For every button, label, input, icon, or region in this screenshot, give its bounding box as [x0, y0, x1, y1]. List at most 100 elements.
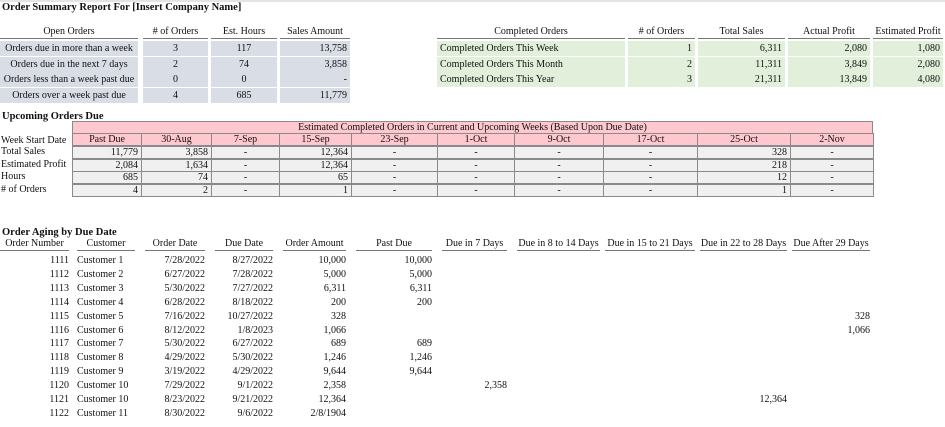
completed-orders-header[interactable]: Actual Profit — [788, 26, 870, 39]
upcoming-cell[interactable]: - — [437, 158, 515, 172]
upcoming-cell[interactable]: - — [351, 158, 438, 172]
aging-cell[interactable]: 1115 — [0, 310, 69, 324]
aging-cell[interactable]: 9/21/2022 — [215, 393, 273, 407]
upcoming-cell[interactable]: - — [351, 171, 438, 184]
week-header[interactable]: Past Due — [72, 133, 142, 146]
aging-cell[interactable]: 9,644 — [283, 365, 347, 379]
aging-cell[interactable]: 9,644 — [356, 365, 433, 379]
aging-cell[interactable]: 1122 — [0, 407, 69, 421]
aging-cell[interactable]: Customer 6 — [77, 324, 135, 338]
aging-cell[interactable]: 1116 — [0, 324, 69, 338]
open-orders-cell[interactable]: 3,858 — [280, 56, 350, 72]
upcoming-cell[interactable]: - — [211, 158, 280, 172]
aging-cell[interactable]: 1,246 — [283, 351, 347, 365]
upcoming-cell[interactable]: 218 — [697, 158, 791, 172]
week-header[interactable]: 25-Oct — [697, 133, 791, 146]
upcoming-cell[interactable]: - — [790, 158, 874, 172]
aging-header[interactable]: Due in 8 to 14 Days — [517, 238, 600, 251]
aging-cell[interactable]: 10,000 — [283, 254, 347, 268]
open-orders-cell[interactable]: 4 — [143, 87, 208, 103]
open-orders-cell[interactable]: 685 — [211, 87, 277, 103]
upcoming-row-label[interactable]: Hours — [1, 171, 71, 183]
open-orders-cell[interactable]: Orders over a week past due — [0, 87, 138, 103]
completed-orders-header[interactable]: Total Sales — [698, 26, 785, 39]
week-header[interactable]: 9-Oct — [514, 133, 604, 146]
upcoming-cell[interactable]: - — [351, 183, 438, 197]
aging-cell[interactable]: 5,000 — [283, 268, 347, 282]
aging-header[interactable]: Due in 7 Days — [442, 238, 507, 251]
upcoming-cell[interactable]: - — [514, 171, 604, 184]
completed-orders-header[interactable]: # of Orders — [628, 26, 695, 39]
aging-cell[interactable]: 3/19/2022 — [145, 365, 205, 379]
week-header[interactable]: 7-Sep — [211, 133, 280, 146]
open-orders-header[interactable]: # of Orders — [143, 26, 208, 39]
aging-cell[interactable]: 689 — [356, 337, 432, 351]
upcoming-row-label[interactable]: Total Sales — [1, 146, 71, 158]
upcoming-cell[interactable]: 4 — [72, 183, 142, 197]
aging-cell[interactable]: 5/30/2022 — [145, 337, 205, 351]
upcoming-cell[interactable]: - — [790, 146, 874, 159]
open-orders-cell[interactable]: Orders due in the next 7 days — [0, 56, 138, 72]
aging-header[interactable]: Due Date — [215, 238, 273, 251]
aging-cell[interactable]: Customer 10 — [77, 393, 135, 407]
aging-cell[interactable]: 200 — [356, 296, 432, 310]
aging-cell[interactable]: 328 — [792, 310, 870, 324]
aging-cell[interactable]: 8/12/2022 — [145, 324, 205, 338]
aging-header[interactable]: Due After 29 Days — [792, 238, 870, 251]
upcoming-cell[interactable]: - — [211, 146, 280, 159]
aging-cell[interactable]: 5/30/2022 — [215, 351, 273, 365]
aging-cell[interactable]: 1,246 — [356, 351, 433, 365]
upcoming-cell[interactable]: - — [211, 183, 280, 197]
aging-cell[interactable]: 6,311 — [356, 282, 432, 296]
aging-cell[interactable]: 7/29/2022 — [145, 379, 205, 393]
open-orders-cell[interactable]: 0 — [143, 72, 208, 87]
aging-cell[interactable]: 12,364 — [700, 393, 788, 407]
week-header[interactable]: 30-Aug — [141, 133, 212, 146]
aging-cell[interactable]: 7/28/2022 — [145, 254, 205, 268]
aging-cell[interactable]: 6/27/2022 — [145, 268, 205, 282]
upcoming-cell[interactable]: 11,779 — [72, 146, 142, 159]
upcoming-cell[interactable]: - — [603, 146, 698, 159]
aging-cell[interactable]: 2/8/1904 — [283, 407, 346, 421]
completed-orders-cell[interactable]: 3 — [628, 72, 695, 87]
completed-orders-cell[interactable]: 11,311 — [698, 56, 785, 72]
completed-orders-cell[interactable]: 1,080 — [873, 41, 943, 56]
aging-cell[interactable]: 7/16/2022 — [145, 310, 205, 324]
aging-cell[interactable]: 1111 — [0, 254, 69, 268]
open-orders-cell[interactable]: 0 — [211, 72, 277, 87]
upcoming-cell[interactable]: 1 — [697, 183, 791, 197]
completed-orders-cell[interactable]: 3,849 — [788, 56, 870, 72]
aging-cell[interactable]: 2,358 — [442, 379, 508, 393]
aging-cell[interactable]: Customer 7 — [77, 337, 135, 351]
open-orders-header[interactable]: Est. Hours — [211, 26, 277, 39]
aging-cell[interactable]: 1,066 — [792, 324, 871, 338]
aging-cell[interactable]: 8/23/2022 — [145, 393, 205, 407]
open-orders-header[interactable]: Open Orders — [0, 26, 138, 39]
aging-cell[interactable]: 5/30/2022 — [145, 282, 205, 296]
aging-cell[interactable]: Customer 3 — [77, 282, 135, 296]
aging-cell[interactable]: 6,311 — [283, 282, 346, 296]
week-header[interactable]: 2-Nov — [790, 133, 874, 146]
completed-orders-cell[interactable]: Completed Orders This Year — [437, 72, 625, 87]
upcoming-cell[interactable]: - — [603, 158, 698, 172]
aging-cell[interactable]: 200 — [283, 296, 346, 310]
upcoming-cell[interactable]: - — [514, 183, 604, 197]
aging-cell[interactable]: 1/8/2023 — [215, 324, 273, 338]
open-orders-cell[interactable]: - — [280, 72, 350, 87]
week-header[interactable]: 17-Oct — [603, 133, 698, 146]
aging-cell[interactable]: 1119 — [0, 365, 69, 379]
upcoming-cell[interactable]: 1 — [279, 183, 352, 197]
upcoming-cell[interactable]: 12,364 — [279, 158, 352, 172]
aging-cell[interactable]: Customer 10 — [77, 379, 135, 393]
aging-cell[interactable]: 12,364 — [283, 393, 347, 407]
completed-orders-cell[interactable]: 1 — [628, 41, 695, 56]
upcoming-cell[interactable]: - — [437, 171, 515, 184]
upcoming-row-label[interactable]: Estimated Profit — [1, 159, 71, 171]
aging-cell[interactable]: 1117 — [0, 337, 69, 351]
open-orders-cell[interactable]: 117 — [211, 41, 277, 56]
week-header[interactable]: 15-Sep — [279, 133, 352, 146]
aging-cell[interactable]: 9/1/2022 — [215, 379, 273, 393]
upcoming-cell[interactable]: - — [437, 183, 515, 197]
aging-cell[interactable]: 1114 — [0, 296, 69, 310]
week-header[interactable]: 1-Oct — [437, 133, 515, 146]
